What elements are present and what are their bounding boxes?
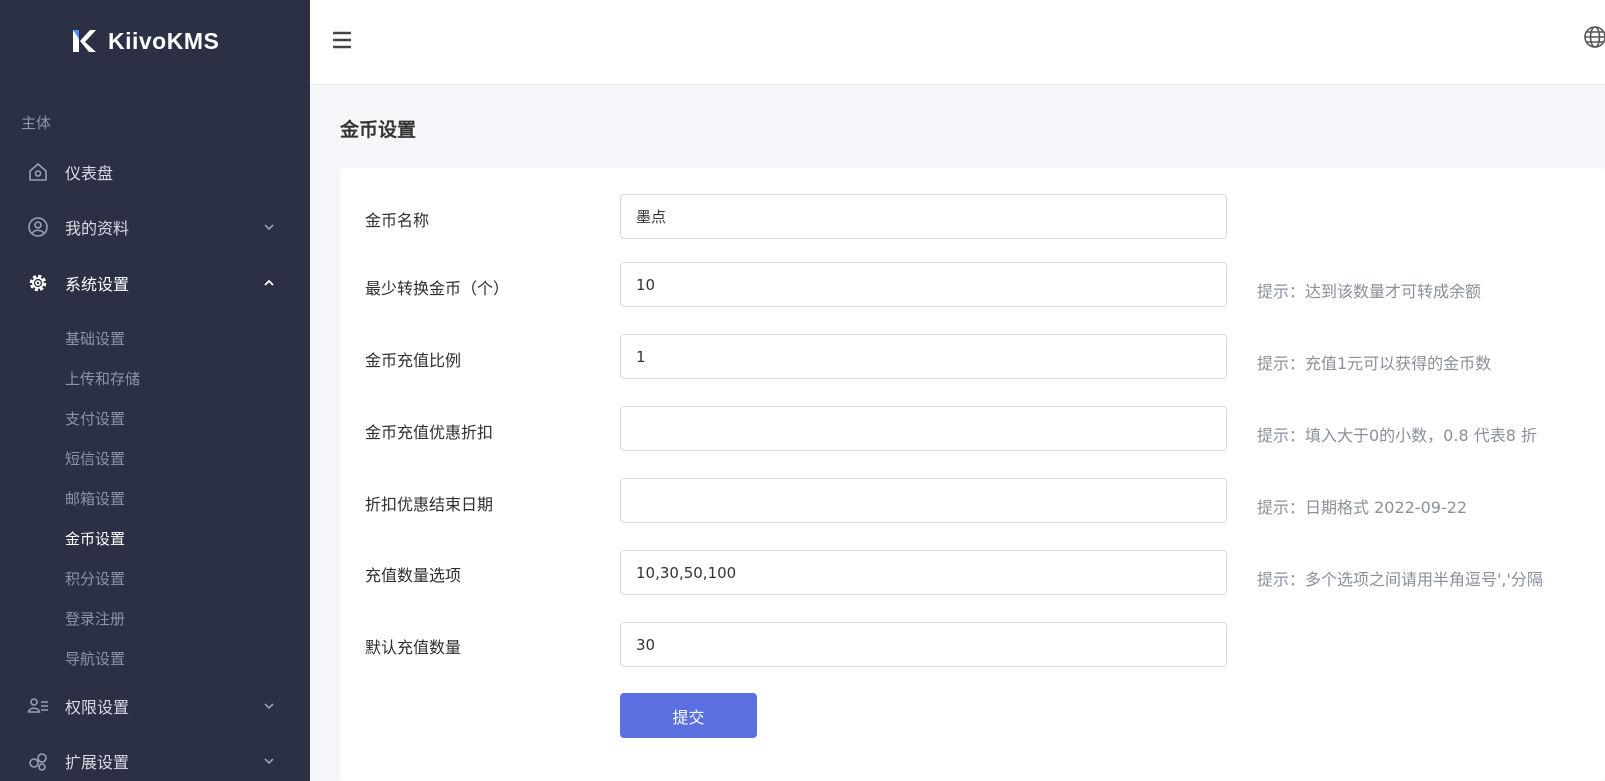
chevron-up-icon bbox=[264, 279, 274, 286]
sidebar-subitem-upload-storage[interactable]: 上传和存储 bbox=[65, 368, 140, 389]
menu-toggle-icon[interactable] bbox=[332, 30, 352, 50]
language-globe-icon[interactable] bbox=[1583, 25, 1605, 49]
app-name: KiivoKMS bbox=[108, 27, 220, 54]
chevron-down-icon bbox=[264, 758, 274, 765]
chevron-down-icon bbox=[264, 703, 274, 710]
sidebar-subitem-sms[interactable]: 短信设置 bbox=[65, 448, 125, 469]
sidebar-item-extensions[interactable]: 扩展设置 bbox=[0, 741, 310, 781]
sidebar-item-label: 我的资料 bbox=[65, 219, 130, 238]
sidebar-item-label: 扩展设置 bbox=[65, 753, 130, 772]
sidebar-subitem-navigation[interactable]: 导航设置 bbox=[65, 648, 125, 669]
sidebar-subitem-login-register[interactable]: 登录注册 bbox=[65, 608, 125, 629]
home-icon bbox=[29, 163, 47, 181]
sidebar-item-label: 系统设置 bbox=[65, 275, 130, 294]
users-icon bbox=[27, 698, 48, 713]
coin-name-input[interactable] bbox=[620, 194, 1227, 239]
recharge-ratio-label: 金币充值比例 bbox=[365, 351, 462, 370]
discount-end-date-input[interactable] bbox=[620, 478, 1227, 523]
page-title: 金币设置 bbox=[340, 119, 417, 141]
recharge-discount-label: 金币充值优惠折扣 bbox=[365, 423, 494, 442]
sidebar-item-label: 权限设置 bbox=[65, 698, 130, 717]
sidebar: KiivoKMS 主体 仪表盘 我的资料 系统设置 基础设置 上传和存储 支付设… bbox=[0, 0, 310, 781]
min-convert-label: 最少转换金币（个） bbox=[365, 279, 510, 298]
min-convert-input[interactable] bbox=[620, 262, 1227, 307]
kiivo-logo-icon bbox=[73, 30, 96, 52]
chevron-down-icon bbox=[264, 224, 274, 231]
recharge-discount-hint: 提示：填入大于0的小数，0.8 代表8 折 bbox=[1257, 426, 1537, 445]
sidebar-item-dashboard[interactable]: 仪表盘 bbox=[0, 152, 310, 192]
gear-icon bbox=[29, 274, 47, 292]
min-convert-hint: 提示：达到该数量才可转成余额 bbox=[1257, 282, 1482, 301]
sidebar-subitem-basic[interactable]: 基础设置 bbox=[65, 328, 125, 349]
default-recharge-input[interactable] bbox=[620, 622, 1227, 667]
settings-card bbox=[340, 168, 1605, 781]
sidebar-item-label: 仪表盘 bbox=[65, 164, 114, 183]
sidebar-item-system-settings[interactable]: 系统设置 bbox=[0, 263, 310, 303]
recharge-discount-input[interactable] bbox=[620, 406, 1227, 451]
sidebar-section-label: 主体 bbox=[21, 114, 52, 132]
submit-button[interactable]: 提交 bbox=[620, 693, 757, 738]
sidebar-item-permissions[interactable]: 权限设置 bbox=[0, 686, 310, 726]
recharge-options-hint: 提示：多个选项之间请用半角逗号','分隔 bbox=[1257, 570, 1543, 589]
sidebar-subitem-points[interactable]: 积分设置 bbox=[65, 568, 125, 589]
sidebar-subitem-email[interactable]: 邮箱设置 bbox=[65, 488, 125, 509]
extension-icon bbox=[29, 753, 47, 771]
recharge-options-input[interactable] bbox=[620, 550, 1227, 595]
top-header bbox=[310, 0, 1605, 85]
recharge-ratio-input[interactable] bbox=[620, 334, 1227, 379]
sidebar-subitem-payment[interactable]: 支付设置 bbox=[65, 408, 125, 429]
discount-end-date-hint: 提示：日期格式 2022-09-22 bbox=[1257, 498, 1468, 517]
sidebar-subitem-coins[interactable]: 金币设置 bbox=[65, 528, 125, 549]
user-circle-icon bbox=[28, 217, 48, 237]
recharge-ratio-hint: 提示：充值1元可以获得的金币数 bbox=[1257, 354, 1492, 373]
discount-end-date-label: 折扣优惠结束日期 bbox=[365, 495, 494, 514]
coin-name-label: 金币名称 bbox=[365, 211, 430, 230]
default-recharge-label: 默认充值数量 bbox=[365, 638, 462, 657]
recharge-options-label: 充值数量选项 bbox=[365, 566, 462, 585]
app-logo[interactable]: KiivoKMS bbox=[70, 26, 219, 56]
sidebar-item-profile[interactable]: 我的资料 bbox=[0, 207, 310, 247]
